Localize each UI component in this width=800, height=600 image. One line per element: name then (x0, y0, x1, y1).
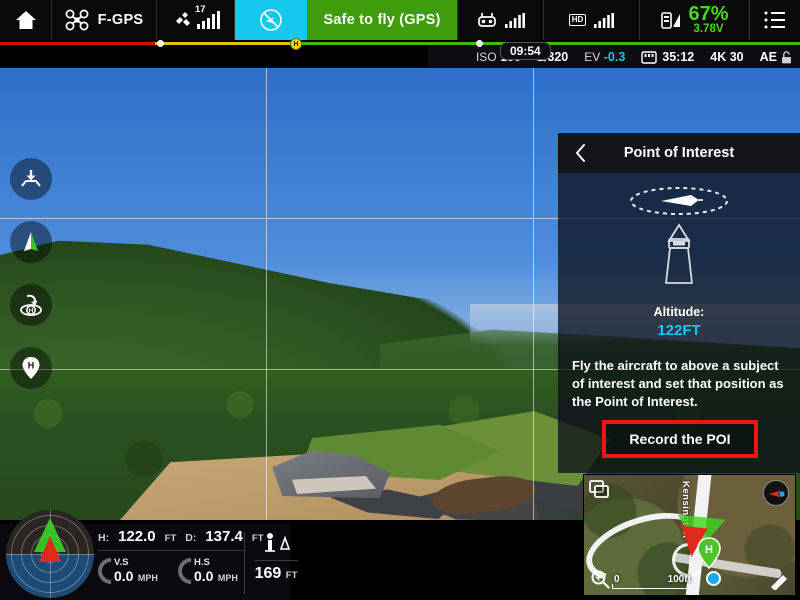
gauge-segment (155, 42, 295, 45)
height-value: 122.0 (118, 528, 156, 545)
obstacle-distance-value: 169 (254, 565, 282, 582)
remote-controller-icon (478, 13, 496, 27)
map-layers-icon[interactable] (589, 480, 611, 500)
no-fly-zone-button[interactable] (235, 0, 307, 40)
svg-text:H: H (29, 307, 34, 314)
vertical-speed-gauge: V.S 0.0 MPH (92, 552, 164, 590)
flight-status-banner: Safe to fly (GPS) (307, 0, 458, 40)
rc-signal-bars (505, 12, 525, 28)
hd-signal-bars (594, 12, 615, 28)
drone-icon (65, 9, 89, 31)
gauge-dot (476, 40, 483, 47)
gauge-home-marker: H (290, 38, 302, 50)
obstacle-distance-readout: 169 FT (252, 530, 300, 583)
sd-card-icon (641, 50, 657, 64)
flight-mode-button[interactable]: F-GPS (52, 0, 157, 40)
vs-value: 0.0 (114, 568, 134, 584)
distance-label: D: (185, 532, 197, 544)
lock-icon (782, 50, 791, 63)
poi-panel-header: Point of Interest (558, 133, 800, 173)
vs-name: V.S (114, 557, 129, 568)
auto-landing-icon (21, 170, 41, 187)
flight-path-gauge-bar: H (0, 38, 800, 50)
flight-status-text: Safe to fly (GPS) (323, 12, 441, 28)
person-height-icon (265, 533, 291, 552)
telemetry-row-speed: V.S 0.0 MPH H.S 0.0 MPH (92, 551, 246, 590)
gauge-segment (0, 42, 155, 45)
drone-controller-screen: H H Point of Interest Altitude: 122FT Fl… (0, 0, 800, 600)
height-unit: FT (164, 533, 177, 544)
poi-description: Fly the aircraft to above a subject of i… (572, 358, 784, 409)
hamburger-menu-icon (764, 11, 785, 29)
height-label: H: (98, 532, 110, 544)
return-to-home-button[interactable]: H (10, 284, 52, 326)
battery-voltage: 3.78V (693, 22, 724, 35)
poi-panel-title: Point of Interest (623, 145, 735, 161)
satellite-count: 17 (195, 4, 206, 15)
svg-text:H: H (705, 544, 713, 556)
vs-unit: MPH (137, 573, 158, 583)
battery-percent: 67% (688, 2, 729, 25)
poi-illustration (558, 173, 800, 301)
poi-altitude-value: 122FT (657, 322, 701, 339)
scale-max: 100ft (667, 574, 691, 585)
back-chevron-icon (575, 144, 585, 162)
home-button[interactable] (0, 0, 52, 40)
return-to-home-icon: H (20, 294, 42, 316)
flight-mode-label: F-GPS (97, 12, 144, 28)
distance-separator (254, 560, 298, 561)
horizontal-speed-gauge: H.S 0.0 MPH (172, 552, 244, 590)
minimap-scale-text: 0 100ft (614, 574, 691, 585)
scale-zero: 0 (614, 574, 620, 585)
recording-timer: 09:54 (500, 42, 551, 60)
satellite-status[interactable]: 17 (157, 0, 235, 40)
radar-aircraft-arrow (39, 536, 61, 562)
user-location-marker (706, 571, 721, 586)
satellite-icon (175, 12, 190, 26)
record-poi-label: Record the POI (629, 431, 731, 447)
home-icon (15, 11, 36, 29)
battery-status[interactable]: 67% 3.78V (640, 0, 750, 40)
hd-link-status[interactable]: HD (544, 0, 640, 40)
attitude-radar-indicator[interactable] (6, 510, 94, 598)
ev-readout[interactable]: EV -0.3 (584, 50, 625, 64)
obstacle-distance-unit: FT (285, 570, 298, 581)
telemetry-row-distance: H: 122.0 FT D: 137.4 FT (98, 528, 264, 551)
person-height-icon-wrap (252, 530, 300, 556)
point-of-interest-panel: Point of Interest Altitude: 122FT Fly th… (558, 133, 800, 473)
top-status-bar: F-GPS 17 Safe to fly (GPS) HD 67% 3.78V (0, 0, 800, 40)
distance-value: 137.4 (205, 528, 243, 545)
navigation-compass-button[interactable] (10, 221, 52, 263)
hs-name: H.S (194, 557, 210, 568)
auto-landing-button[interactable] (10, 158, 52, 200)
poi-back-button[interactable] (566, 139, 594, 167)
no-fly-zone-icon (260, 9, 282, 31)
minimap[interactable]: Kensington H 0 100ft (583, 474, 796, 596)
telemetry-readouts: H: 122.0 FT D: 137.4 FT V.S 0.0 MPH H.S … (92, 528, 264, 590)
hs-value: 0.0 (194, 568, 214, 584)
poi-tower-orbit-illustration (630, 187, 728, 284)
navigation-compass-icon (24, 232, 38, 251)
rc-signal-status[interactable] (458, 0, 544, 40)
home-point-button[interactable]: H (10, 347, 52, 389)
home-point-icon: H (22, 357, 40, 379)
hd-badge: HD (568, 14, 587, 26)
menu-button[interactable] (750, 0, 800, 40)
map-zoom-icon[interactable] (590, 569, 610, 589)
svg-text:H: H (28, 361, 35, 371)
left-icon-rail: H H (10, 158, 52, 410)
gauge-dot (157, 40, 164, 47)
ae-lock-readout[interactable]: AE (760, 50, 792, 64)
battery-icon (661, 12, 681, 29)
record-poi-button[interactable]: Record the POI (602, 420, 758, 458)
hs-unit: MPH (217, 573, 238, 583)
poi-altitude-label: Altitude: (653, 305, 705, 319)
camera-settings-bar: ISO 100 1/320 EV -0.3 35:12 4K 30 AE (428, 46, 800, 68)
map-compass-icon[interactable] (763, 480, 789, 506)
storage-readout: 35:12 (641, 50, 694, 64)
minimap-home-marker: H (697, 537, 721, 569)
map-pin-icon[interactable] (768, 570, 790, 590)
resolution-readout[interactable]: 4K 30 (710, 50, 743, 64)
